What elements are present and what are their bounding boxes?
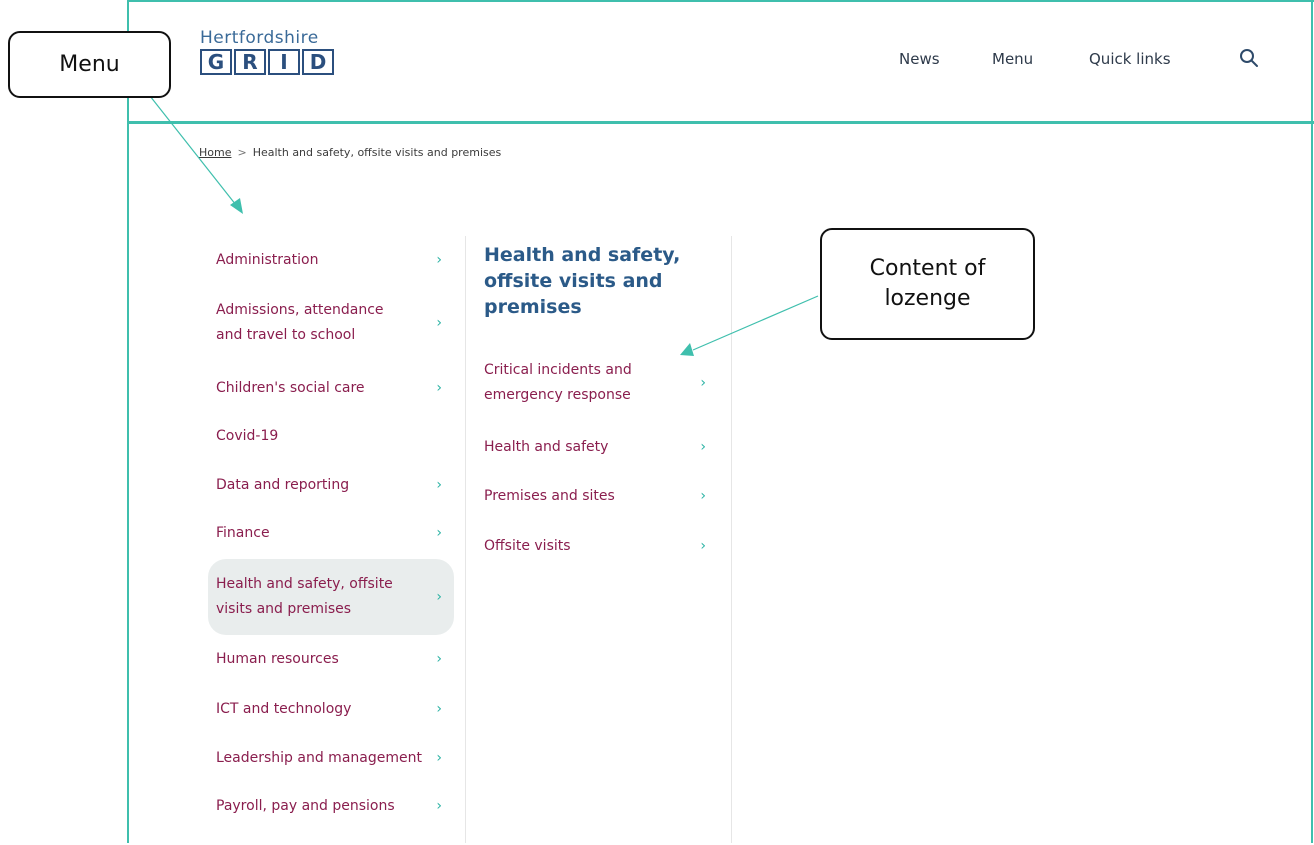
content-annotation-arrowhead xyxy=(680,343,694,356)
annotation-arrows xyxy=(149,95,819,356)
content-annotation-label: Content of lozenge xyxy=(869,256,986,311)
content-annotation-arrow-line xyxy=(692,295,819,351)
content-annotation-callout: Content of lozenge xyxy=(820,228,1035,340)
menu-annotation-callout: Menu xyxy=(8,31,171,98)
menu-annotation-arrow-line xyxy=(149,95,237,206)
